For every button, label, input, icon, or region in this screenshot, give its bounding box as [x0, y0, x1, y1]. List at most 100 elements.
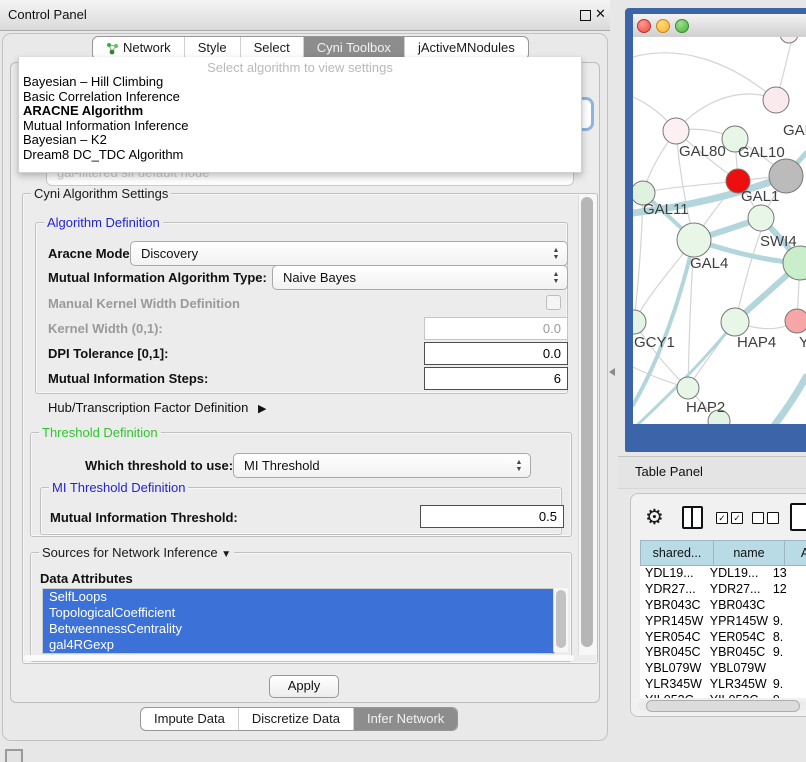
algorithm-dropdown-item[interactable]: Bayesian – Hill Climbing — [19, 75, 581, 90]
deselect-all-columns-icon[interactable] — [752, 512, 779, 524]
network-graph: GALGAL80GAL10GAL1GAL11SWI4GAL4GCY1HAP4YH… — [633, 37, 806, 424]
network-node-hap2[interactable] — [677, 377, 699, 399]
network-node-label: GAL80 — [679, 143, 726, 160]
docked-panel-icon[interactable] — [5, 749, 23, 762]
tab-impute-data[interactable]: Impute Data — [141, 708, 239, 730]
settings-scrollbar[interactable] — [578, 195, 596, 655]
network-node-gal80[interactable] — [663, 118, 689, 144]
network-node-y[interactable] — [785, 309, 806, 333]
table-row[interactable]: YIL052C YIL052C 9. — [640, 693, 806, 698]
network-node-label: SWI4 — [760, 233, 797, 250]
table-row[interactable]: YBR045C YBR045C 9. — [640, 645, 806, 661]
float-panel-icon[interactable] — [580, 10, 591, 21]
network-node-label: GAL11 — [643, 201, 689, 218]
split-columns-icon[interactable] — [682, 506, 703, 529]
table-body[interactable]: YDL19... YDL19... 13 YDR27... YDR27... 1… — [640, 566, 806, 698]
data-attribute-item[interactable]: gal4RGexp — [43, 637, 554, 653]
table-row[interactable]: YBR043C YBR043C — [640, 598, 806, 614]
tab-discretize-data[interactable]: Discretize Data — [239, 708, 354, 730]
manual-kernel-checkbox[interactable] — [546, 295, 561, 310]
gear-icon[interactable]: ⚙ — [645, 505, 664, 530]
control-panel-titlebar — [0, 0, 610, 31]
mi-type-combo[interactable]: Naive Bayes ▲▼ — [272, 265, 568, 290]
table-row[interactable]: YER054C YER054C 8. — [640, 630, 806, 646]
network-node-gcy1[interactable] — [633, 310, 646, 334]
network-node-label: GAL1 — [741, 188, 779, 205]
algorithm-dropdown-item[interactable]: Mutual Information Inference — [19, 119, 581, 134]
tab-select[interactable]: Select — [241, 37, 304, 59]
attributes-scrollbar-thumb[interactable] — [556, 590, 566, 648]
network-node-label: GAL4 — [690, 255, 728, 272]
bottom-tabbar: Impute Data Discretize Data Infer Networ… — [140, 707, 458, 731]
combo-stepper-icon: ▲▼ — [549, 271, 563, 285]
network-node[interactable] — [780, 37, 798, 43]
network-node-gal[interactable] — [763, 87, 789, 113]
kernel-width-field[interactable]: 0.0 — [424, 317, 568, 340]
algorithm-dropdown-placeholder: Select algorithm to view settings — [19, 57, 581, 75]
column-header-name[interactable]: name — [713, 540, 784, 566]
table-rows: YDL19... YDL19... 13 YDR27... YDR27... 1… — [640, 566, 806, 698]
network-node-label: Y — [799, 334, 806, 351]
data-attributes-label: Data Attributes — [40, 571, 133, 586]
kernel-width-label: Kernel Width (0,1): — [48, 321, 163, 336]
hub-definition-toggle[interactable]: Hub/Transcription Factor Definition ▶ — [48, 400, 266, 415]
algorithm-dropdown-item[interactable]: Dream8 DC_TDC Algorithm — [19, 148, 581, 163]
table-hscrollbar-thumb[interactable] — [646, 700, 800, 712]
data-attribute-item[interactable]: TopologicalCoefficient — [43, 605, 554, 621]
settings-scrollbar-thumb[interactable] — [581, 197, 593, 647]
table-panel-title: Table Panel — [635, 464, 703, 479]
screen: Control Panel ✕ Network Style Select Cyn… — [0, 0, 806, 762]
mi-threshold-field[interactable]: 0.5 — [420, 505, 564, 528]
which-threshold-label: Which threshold to use: — [85, 458, 233, 473]
column-header-partial[interactable]: A — [784, 540, 806, 566]
network-node-label: HAP2 — [686, 399, 725, 416]
apply-button[interactable]: Apply — [269, 675, 339, 698]
zoom-window-icon[interactable] — [675, 19, 689, 33]
mi-steps-label: Mutual Information Steps: — [48, 371, 208, 386]
network-node-swi4[interactable] — [748, 205, 774, 231]
tab-style[interactable]: Style — [185, 37, 241, 59]
which-threshold-combo[interactable]: MI Threshold ▲▼ — [233, 453, 531, 478]
control-panel-title: Control Panel — [8, 7, 87, 22]
algorithm-dropdown-item[interactable]: ARACNE Algorithm — [19, 104, 581, 119]
collapse-arrow-icon[interactable]: ▼ — [221, 549, 231, 560]
network-icon — [106, 42, 119, 55]
tab-network[interactable]: Network — [93, 37, 185, 59]
algorithm-dropdown-item[interactable]: Basic Correlation Inference — [19, 90, 581, 105]
settings-hscrollbar[interactable] — [24, 655, 574, 661]
table-header-row: shared... name A — [640, 540, 806, 566]
threshold-definition-title: Threshold Definition — [39, 425, 161, 440]
close-panel-icon[interactable]: ✕ — [595, 6, 606, 22]
network-node-label: GCY1 — [634, 334, 675, 351]
splitter-collapse-arrow[interactable] — [609, 368, 615, 376]
table-row[interactable]: YLR345W YLR345W 9. — [640, 677, 806, 693]
algorithm-dropdown-list: Select algorithm to view settings Bayesi… — [18, 57, 582, 173]
mi-steps-field[interactable]: 6 — [424, 367, 568, 390]
tab-cyni-toolbox[interactable]: Cyni Toolbox — [304, 37, 405, 59]
sources-title-wrap: Sources for Network Inference ▼ — [39, 545, 234, 560]
table-row[interactable]: YBL079W YBL079W — [640, 661, 806, 677]
data-attribute-item[interactable]: BetweennessCentrality — [43, 621, 554, 637]
algorithm-dropdown-item[interactable]: Bayesian – K2 — [19, 133, 581, 148]
table-row[interactable]: YPR145W YPR145W 9. — [640, 614, 806, 630]
dpi-tolerance-field[interactable]: 0.0 — [424, 342, 568, 365]
new-table-icon[interactable] — [790, 503, 806, 531]
tab-infer-network[interactable]: Infer Network — [354, 708, 457, 730]
attributes-scrollbar[interactable] — [553, 588, 568, 652]
close-window-icon[interactable] — [637, 19, 651, 33]
aracne-mode-combo[interactable]: Discovery ▲▼ — [130, 241, 568, 266]
tab-jactivemnodules[interactable]: jActiveMNodules — [405, 37, 528, 59]
select-all-columns-icon[interactable]: ✓✓ — [716, 512, 743, 524]
data-attribute-item[interactable]: SelfLoops — [43, 589, 554, 605]
network-canvas[interactable]: GALGAL80GAL10GAL1GAL11SWI4GAL4GCY1HAP4YH… — [633, 37, 806, 424]
network-node-hap4[interactable] — [721, 308, 749, 336]
cyni-algorithm-settings-title: Cyni Algorithm Settings — [31, 186, 171, 201]
data-attributes-items: SelfLoops TopologicalCoefficient Between… — [43, 589, 554, 653]
table-row[interactable]: YDR27... YDR27... 12 — [640, 582, 806, 598]
dpi-tolerance-label: DPI Tolerance [0,1]: — [48, 346, 168, 361]
column-header-shared[interactable]: shared... — [640, 540, 713, 566]
network-node-gal4[interactable] — [677, 223, 711, 257]
minimize-window-icon[interactable] — [656, 19, 670, 33]
table-row[interactable]: YDL19... YDL19... 13 — [640, 566, 806, 582]
network-node-label: GAL — [783, 122, 806, 139]
